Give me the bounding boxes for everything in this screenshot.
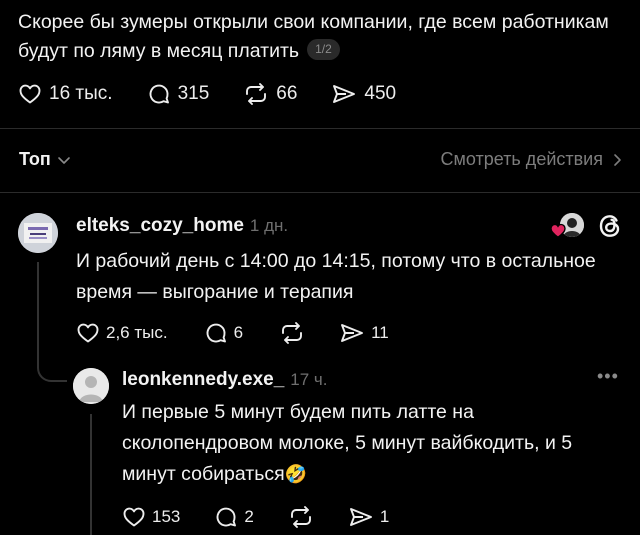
comment-text: И первые 5 минут будем пить латте на ско… bbox=[122, 397, 622, 490]
post-share-button[interactable]: 450 bbox=[331, 82, 396, 106]
comment-reply-button[interactable]: 2 bbox=[214, 505, 254, 529]
divider bbox=[0, 128, 640, 129]
comment-like-count: 153 bbox=[152, 507, 181, 526]
sort-label: Топ bbox=[19, 149, 51, 169]
comment-reply-button[interactable]: 6 bbox=[204, 321, 243, 345]
comment-text: И рабочий день с 14:00 до 14:15, потому … bbox=[76, 250, 596, 303]
laughing-emoji: 🤣 bbox=[284, 464, 308, 484]
post-share-count: 450 bbox=[364, 83, 397, 104]
comment-icon bbox=[149, 84, 169, 104]
timestamp: 1 дн. bbox=[249, 216, 289, 235]
heart-icon bbox=[77, 323, 99, 343]
post-like-count: 16 тыс. bbox=[49, 83, 113, 104]
send-icon bbox=[341, 324, 364, 342]
comment-like-count: 2,6 тыс. bbox=[106, 323, 168, 342]
comment-repost-button[interactable] bbox=[288, 505, 314, 529]
repost-icon bbox=[290, 506, 311, 528]
thread-line bbox=[90, 414, 92, 535]
comment-icon bbox=[216, 507, 237, 527]
heart-icon bbox=[123, 507, 145, 527]
comment-author[interactable]: elteks_cozy_home 1 дн. bbox=[76, 215, 288, 237]
comment-share-button[interactable]: 11 bbox=[339, 321, 389, 345]
repost-icon bbox=[282, 322, 303, 344]
sort-dropdown[interactable]: Топ bbox=[19, 149, 71, 170]
post-like-button[interactable]: 16 тыс. bbox=[18, 82, 113, 106]
liked-by-author-badge bbox=[550, 213, 586, 239]
comment-actions: 153 2 1 bbox=[122, 505, 389, 529]
heart-icon bbox=[550, 223, 566, 238]
post-repost-button[interactable]: 66 bbox=[243, 82, 297, 106]
comment-like-button[interactable]: 2,6 тыс. bbox=[76, 321, 168, 345]
username[interactable]: elteks_cozy_home bbox=[76, 215, 244, 236]
view-activity-link[interactable]: Смотреть действия bbox=[441, 149, 622, 170]
post-comment-button[interactable]: 315 bbox=[147, 82, 210, 106]
chevron-down-icon bbox=[57, 156, 70, 164]
comment-reply-count: 2 bbox=[244, 507, 254, 526]
comment-share-count: 11 bbox=[371, 323, 389, 342]
divider bbox=[0, 192, 640, 193]
chevron-right-icon bbox=[614, 153, 621, 166]
comment-reply-count: 6 bbox=[233, 323, 244, 342]
comment-share-count: 1 bbox=[379, 507, 390, 526]
avatar-image bbox=[18, 213, 58, 253]
repost-icon bbox=[246, 83, 267, 105]
more-options-icon[interactable]: ••• bbox=[597, 366, 619, 387]
thread-line bbox=[37, 262, 39, 362]
avatar[interactable] bbox=[73, 368, 109, 404]
username[interactable]: leonkennedy.exe_ bbox=[122, 369, 284, 390]
post-comment-count: 315 bbox=[177, 83, 210, 104]
avatar[interactable] bbox=[18, 213, 58, 253]
comment-repost-button[interactable] bbox=[279, 321, 305, 345]
post-actions: 16 тыс. 315 66 450 bbox=[18, 82, 396, 106]
post-text: Скорее бы зумеры открыли свои компании, … bbox=[18, 8, 618, 66]
comment-body: И первые 5 минут будем пить латте на ско… bbox=[122, 401, 573, 485]
threads-logo-icon[interactable] bbox=[597, 213, 623, 239]
send-icon bbox=[349, 508, 372, 526]
thread-page: Скорее бы зумеры открыли свои компании, … bbox=[0, 0, 640, 535]
send-icon bbox=[333, 85, 356, 103]
comment-author[interactable]: leonkennedy.exe_ 17 ч. bbox=[122, 369, 328, 391]
post-repost-count: 66 bbox=[276, 83, 298, 104]
thread-connector bbox=[37, 350, 67, 382]
heart-icon bbox=[19, 84, 41, 104]
comment-like-button[interactable]: 153 bbox=[122, 505, 180, 529]
default-avatar-icon bbox=[73, 368, 109, 404]
view-activity-label: Смотреть действия bbox=[440, 149, 603, 169]
comment-share-button[interactable]: 1 bbox=[348, 505, 389, 529]
timestamp: 17 ч. bbox=[290, 370, 328, 389]
comment-actions: 2,6 тыс. 6 11 bbox=[76, 321, 389, 345]
comment-icon bbox=[206, 323, 226, 343]
pager-badge[interactable]: 1/2 bbox=[307, 39, 340, 61]
